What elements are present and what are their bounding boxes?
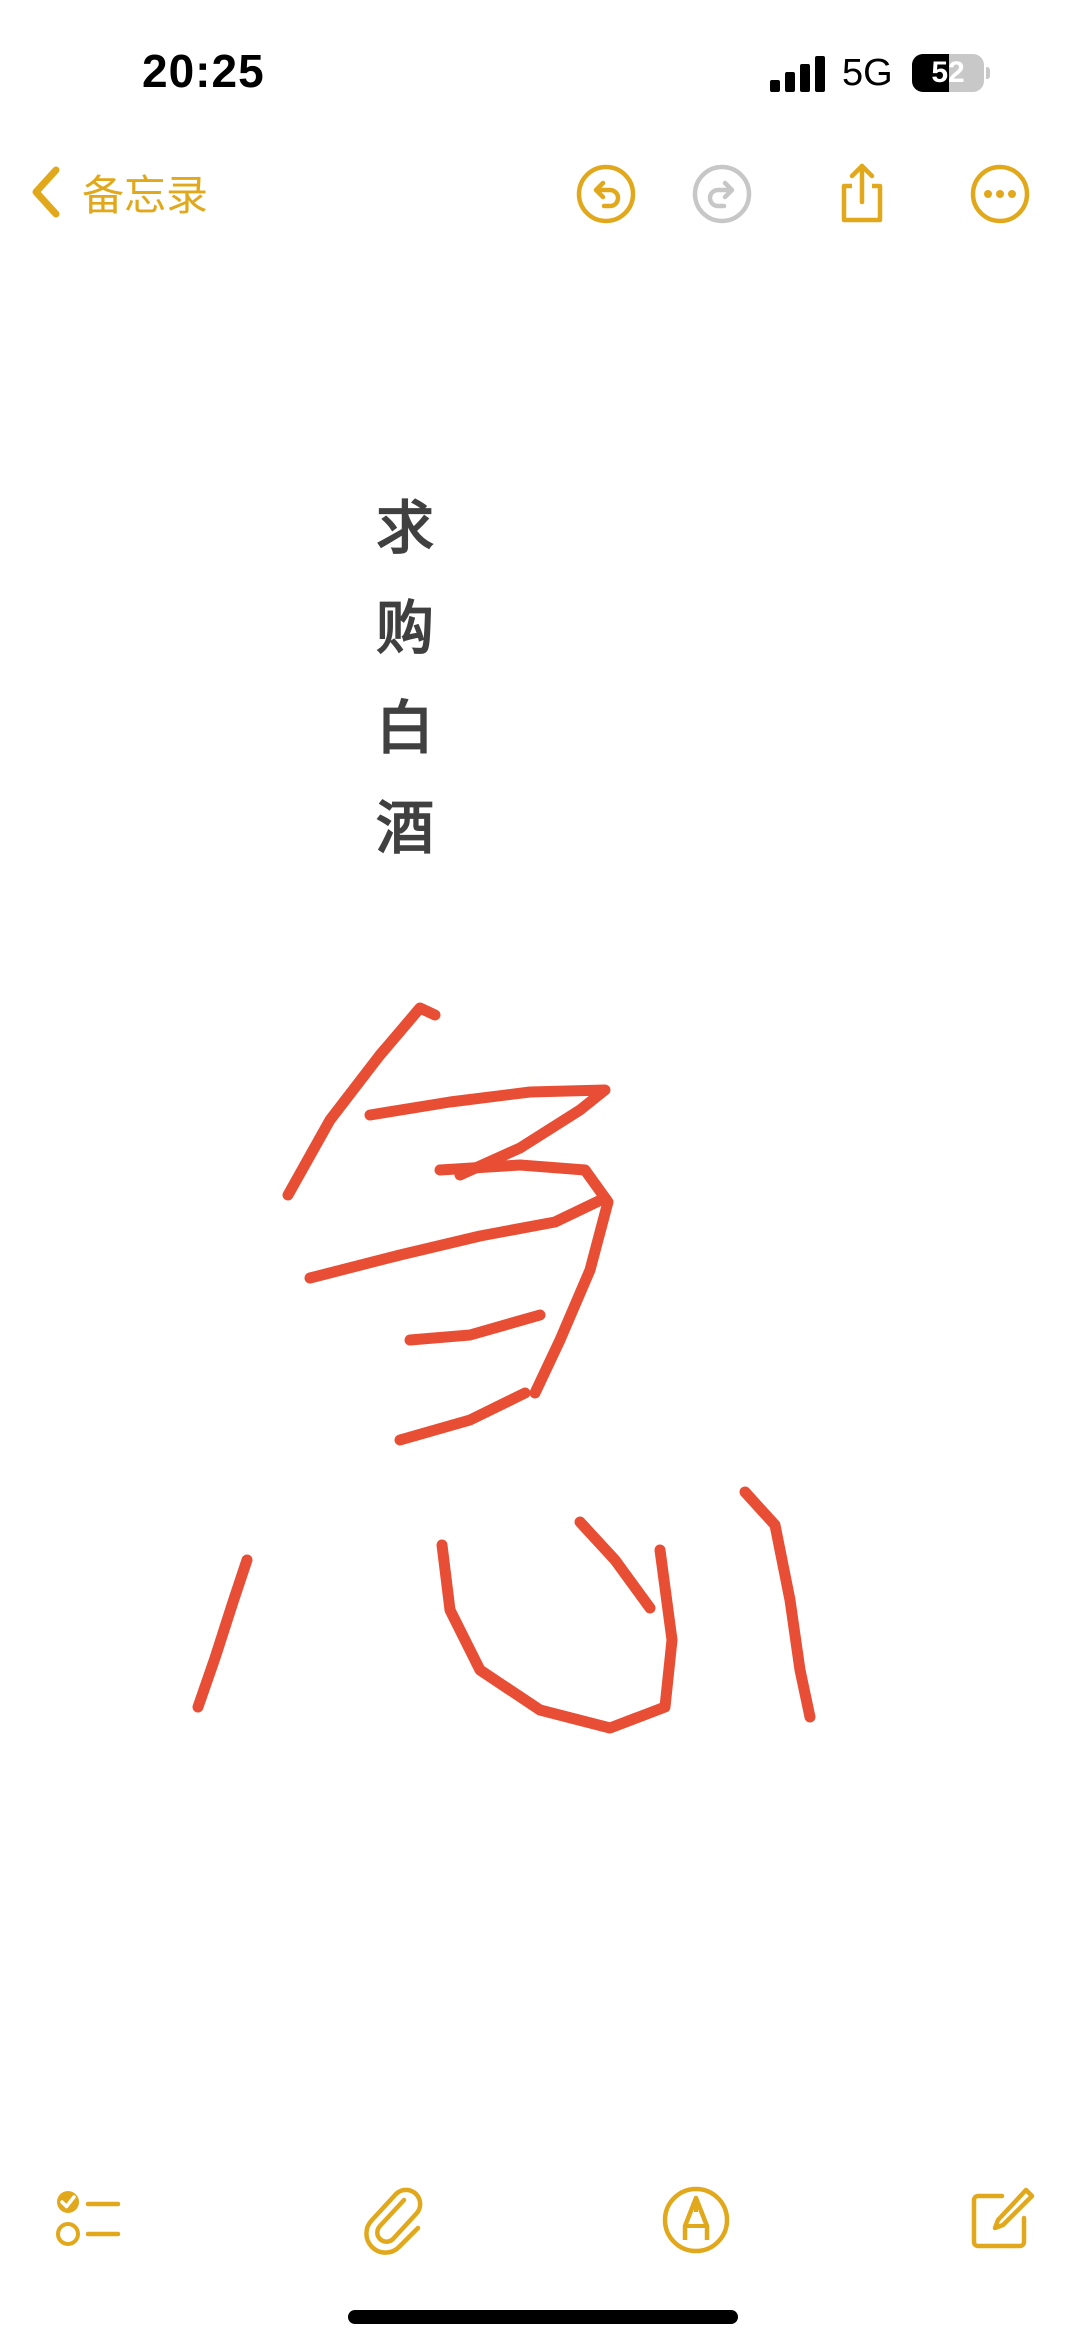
compose-button[interactable]	[962, 2182, 1038, 2258]
more-icon	[970, 164, 1030, 224]
redo-icon	[692, 164, 752, 224]
ink-stroke	[282, 1002, 441, 1201]
ink-stroke	[739, 1486, 816, 1723]
checklist-icon	[56, 2191, 121, 2246]
chevron-left-icon	[32, 166, 60, 218]
redo-button[interactable]	[690, 162, 754, 226]
home-indicator[interactable]	[348, 2310, 738, 2324]
attachment-button[interactable]	[356, 2182, 432, 2258]
ink-stroke	[192, 1554, 253, 1713]
markup-button[interactable]	[658, 2182, 734, 2258]
ink-stroke	[304, 1192, 611, 1284]
attachment-icon	[364, 2187, 423, 2255]
battery-icon: 52	[912, 54, 990, 92]
back-button[interactable]: 备忘录	[28, 160, 208, 224]
battery-label: 52	[931, 56, 965, 89]
markup-icon	[662, 2186, 730, 2254]
signal-bars-icon	[770, 56, 825, 92]
share-button[interactable]	[830, 162, 894, 226]
status-time: 20:25	[142, 45, 265, 97]
ink-stroke	[436, 1539, 678, 1734]
status-bar: 20:25 5G 52	[0, 0, 1080, 140]
share-icon	[841, 163, 883, 223]
more-button[interactable]	[968, 162, 1032, 226]
handwriting-drawing[interactable]	[0, 980, 1080, 1780]
network-label: 5G	[842, 52, 893, 94]
bottom-toolbar	[0, 2170, 1080, 2270]
nav-bar: 备忘录	[0, 140, 1080, 240]
note-typed-text[interactable]: 求购白酒	[370, 478, 440, 878]
ink-stroke	[394, 1387, 531, 1446]
undo-button[interactable]	[574, 162, 638, 226]
compose-icon	[971, 2187, 1035, 2249]
ink-stroke	[574, 1516, 656, 1614]
undo-icon	[576, 164, 636, 224]
back-label: 备忘录	[82, 170, 209, 220]
checklist-button[interactable]	[50, 2182, 126, 2258]
ink-stroke	[404, 1309, 546, 1346]
ink-stroke	[434, 1159, 614, 1399]
